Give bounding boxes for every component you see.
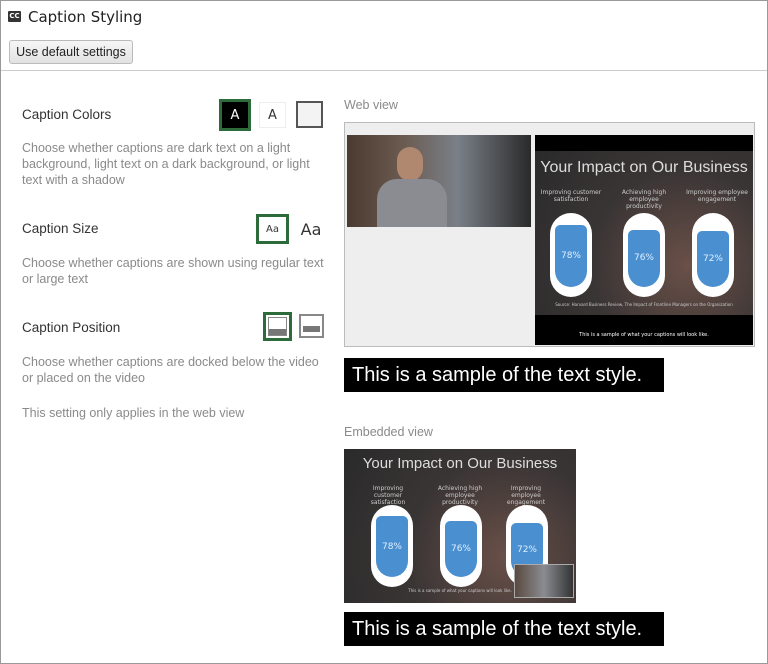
stat-value: 72% xyxy=(697,231,729,287)
color-option-light-on-dark[interactable]: A xyxy=(219,99,251,131)
position-option-overlay[interactable] xyxy=(299,314,324,338)
stat-label: Improving employee engagement xyxy=(506,485,546,507)
slide-title: Your Impact on Our Business xyxy=(540,159,748,176)
option-text: Aa xyxy=(266,223,279,235)
embedded-view-preview: Your Impact on Our Business Improving cu… xyxy=(344,449,576,603)
stat-label: Achieving high employee productivity xyxy=(437,485,483,507)
caption-position-label: Caption Position xyxy=(22,320,121,335)
closed-captions-icon: CC xyxy=(8,11,21,22)
option-text: A xyxy=(268,107,277,123)
use-default-settings-button[interactable]: Use default settings xyxy=(9,40,133,64)
docked-below-icon xyxy=(268,317,287,336)
option-text: Aa xyxy=(300,219,322,239)
slide-title: Your Impact on Our Business xyxy=(362,455,558,472)
slide-caption: This is a sample of what your captions w… xyxy=(579,332,709,338)
divider xyxy=(1,70,767,71)
web-view-preview: Your Impact on Our Business Improving cu… xyxy=(344,122,755,347)
stat-pill: 76% xyxy=(623,213,665,297)
caption-colors-label: Caption Colors xyxy=(22,107,112,122)
web-view-note: This setting only applies in the web vie… xyxy=(22,406,245,420)
speaker-video xyxy=(347,135,531,227)
caption-size-description: Choose whether captions are shown using … xyxy=(22,256,324,286)
embedded-sample-caption: This is a sample of the text style. xyxy=(344,612,664,646)
slide-caption: This is a sample of what your captions w… xyxy=(408,588,512,593)
stat-label: Achieving high employee productivity xyxy=(621,189,667,211)
caption-size-label: Caption Size xyxy=(22,221,99,236)
stat-value: 76% xyxy=(445,521,477,578)
stat-pill: 72% xyxy=(692,213,734,297)
size-option-large[interactable]: Aa xyxy=(297,216,325,242)
color-option-dark-on-light[interactable]: A xyxy=(259,102,286,128)
slide-source: Source: Harvard Business Review, The Imp… xyxy=(555,302,733,307)
option-text: A xyxy=(230,107,240,123)
overlay-icon xyxy=(303,318,320,334)
caption-colors-description: Choose whether captions are dark text on… xyxy=(22,141,310,187)
position-option-docked-below[interactable] xyxy=(263,312,292,341)
caption-position-description: Choose whether captions are docked below… xyxy=(22,355,319,385)
stat-pill: 76% xyxy=(440,505,482,587)
embedded-view-label: Embedded view xyxy=(344,425,433,439)
web-view-label: Web view xyxy=(344,98,398,112)
slide-video: Your Impact on Our Business Improving cu… xyxy=(535,135,753,345)
speaker-head xyxy=(397,147,423,181)
size-option-regular[interactable]: Aa xyxy=(256,214,289,244)
speaker-body xyxy=(377,179,447,227)
stat-value: 76% xyxy=(628,229,660,287)
stat-label: Improving employee engagement xyxy=(686,189,748,204)
page-title: Caption Styling xyxy=(28,8,143,26)
color-option-shadow[interactable] xyxy=(296,101,323,128)
stat-label: Improving customer satisfaction xyxy=(540,189,602,204)
slide: Your Impact on Our Business Improving cu… xyxy=(535,151,753,315)
stat-label: Improving customer satisfaction xyxy=(370,485,406,507)
stat-pill: 78% xyxy=(550,213,592,297)
stat-pill: 78% xyxy=(371,505,413,587)
stat-value: 78% xyxy=(376,516,408,578)
stat-value: 78% xyxy=(555,224,587,287)
web-sample-caption: This is a sample of the text style. xyxy=(344,358,664,392)
